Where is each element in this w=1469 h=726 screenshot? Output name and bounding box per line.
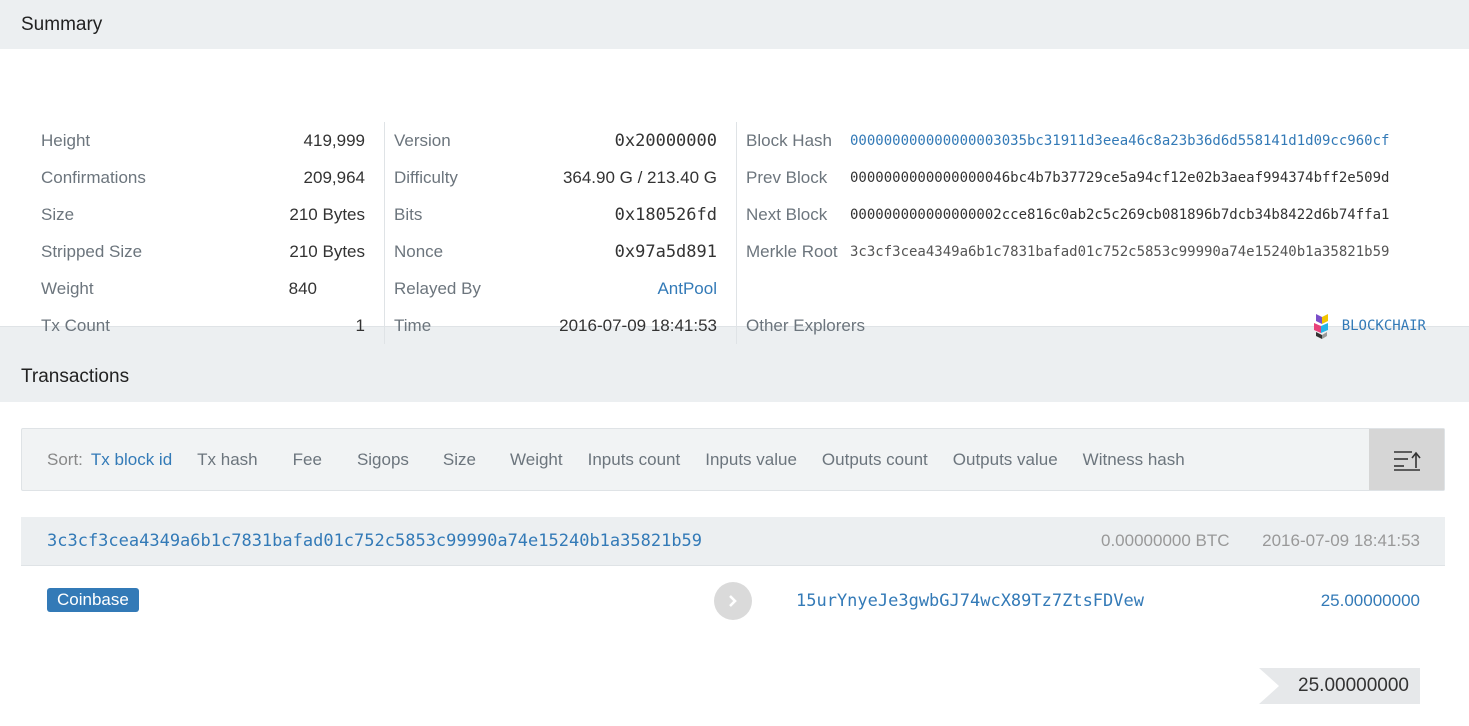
height-row: Height 419,999 <box>41 122 365 159</box>
time-value: 2016-07-09 18:41:53 <box>559 315 717 335</box>
next-block-link[interactable]: 000000000000000002cce816c0ab2c5c269cb081… <box>850 207 1389 223</box>
time-row: Time 2016-07-09 18:41:53 <box>394 307 717 344</box>
sort-option-inputs-value[interactable]: Inputs value <box>705 450 797 470</box>
summary-panel: Height 419,999 Confirmations 209,964 Siz… <box>0 49 1469 344</box>
sort-direction-button[interactable] <box>1369 429 1444 490</box>
merkle-root-label: Merkle Root <box>746 241 838 261</box>
blockchair-logo-icon <box>1313 313 1328 339</box>
transaction-header-row: 3c3cf3cea4349a6b1c7831bafad01c752c5853c9… <box>21 517 1445 565</box>
transaction-total-badge: 25.00000000 <box>1259 668 1420 704</box>
weight-label: Weight <box>41 278 94 298</box>
coinbase-badge: Coinbase <box>47 588 139 612</box>
confirmations-value: 209,964 <box>303 167 365 187</box>
difficulty-row: Difficulty 364.90 G / 213.40 G <box>394 159 717 196</box>
block-hash-row: Block Hash 000000000000000003035bc31911d… <box>746 122 1426 159</box>
sort-bar: Sort: Tx block id Tx hash Fee Sigops Siz… <box>21 428 1445 491</box>
nonce-label: Nonce <box>394 241 444 261</box>
other-explorers-row: Other Explorers BLOCKCHAIR <box>746 307 1426 344</box>
sort-option-tx-hash[interactable]: Tx hash <box>197 450 257 470</box>
transaction-hash-link[interactable]: 3c3cf3cea4349a6b1c7831bafad01c752c5853c9… <box>47 531 702 551</box>
sort-option-tx-block-id[interactable]: Tx block id <box>91 450 172 470</box>
stripped-size-label: Stripped Size <box>41 241 143 261</box>
sort-option-inputs-count[interactable]: Inputs count <box>588 450 681 470</box>
summary-column-3: Block Hash 000000000000000003035bc31911d… <box>746 122 1426 344</box>
sort-option-size[interactable]: Size <box>443 450 476 470</box>
version-value: 0x20000000 <box>614 130 717 151</box>
size-label: Size <box>41 204 75 224</box>
bits-row: Bits 0x180526fd <box>394 196 717 233</box>
summary-column-2: Version 0x20000000 Difficulty 364.90 G /… <box>394 122 717 344</box>
weight-row: Weight 840 <box>41 270 365 307</box>
summary-title: Summary <box>21 13 103 35</box>
sort-option-outputs-value[interactable]: Outputs value <box>953 450 1058 470</box>
output-address-link[interactable]: 15urYnyeJe3gwbGJ74wcX89Tz7ZtsFDVew <box>796 591 1144 611</box>
transaction-time: 2016-07-09 18:41:53 <box>1262 531 1420 550</box>
relayed-by-label: Relayed By <box>394 278 481 298</box>
sort-option-witness-hash[interactable]: Witness hash <box>1083 450 1185 470</box>
size-row: Size 210 Bytes <box>41 196 365 233</box>
next-block-row: Next Block 000000000000000002cce816c0ab2… <box>746 196 1426 233</box>
bits-label: Bits <box>394 204 423 224</box>
height-label: Height <box>41 130 91 150</box>
size-value: 210 Bytes <box>289 204 365 224</box>
prev-block-row: Prev Block 0000000000000000046bc4b7b3772… <box>746 159 1426 196</box>
time-label: Time <box>394 315 432 335</box>
stripped-size-row: Stripped Size 210 Bytes <box>41 233 365 270</box>
tx-count-label: Tx Count <box>41 315 110 335</box>
transactions-header: Transactions <box>0 351 1469 402</box>
block-hash-value[interactable]: 000000000000000003035bc31911d3eea46c8a23… <box>850 133 1389 149</box>
difficulty-value: 364.90 G / 213.40 G <box>562 167 717 187</box>
divider <box>21 565 1445 566</box>
sort-option-outputs-count[interactable]: Outputs count <box>822 450 928 470</box>
transaction-fee: 0.00000000 BTC <box>1101 531 1230 550</box>
sort-ascending-icon <box>1393 450 1421 471</box>
transactions-title: Transactions <box>21 365 130 387</box>
bits-value: 0x180526fd <box>614 204 717 225</box>
tx-count-row: Tx Count 1 <box>41 307 365 344</box>
tx-count-value: 1 <box>355 315 365 335</box>
nonce-value: 0x97a5d891 <box>614 241 717 262</box>
summary-header: Summary <box>0 0 1469 49</box>
prev-block-link[interactable]: 0000000000000000046bc4b7b37729ce5a94cf12… <box>850 170 1389 186</box>
relayed-by-row: Relayed By AntPool <box>394 270 717 307</box>
summary-column-1: Height 419,999 Confirmations 209,964 Siz… <box>41 122 365 344</box>
confirmations-row: Confirmations 209,964 <box>41 159 365 196</box>
blockchair-label: BLOCKCHAIR <box>1341 317 1426 334</box>
sort-option-sigops[interactable]: Sigops <box>357 450 409 470</box>
version-row: Version 0x20000000 <box>394 122 717 159</box>
nonce-row: Nonce 0x97a5d891 <box>394 233 717 270</box>
chevron-right-icon <box>729 595 737 607</box>
column-divider <box>384 122 385 344</box>
merkle-root-row: Merkle Root 3c3cf3cea4349a6b1c7831bafad0… <box>746 233 1426 270</box>
height-value: 419,999 <box>303 130 365 150</box>
weight-value: 840 <box>288 278 317 298</box>
version-label: Version <box>394 130 451 150</box>
block-hash-label: Block Hash <box>746 130 832 150</box>
blockchair-link[interactable]: BLOCKCHAIR <box>1310 312 1426 340</box>
prev-block-label: Prev Block <box>746 167 828 187</box>
transaction-arrow-button[interactable] <box>714 582 752 620</box>
transaction-total-value: 25.00000000 <box>1298 675 1409 696</box>
sort-option-weight[interactable]: Weight <box>510 450 563 470</box>
stripped-size-value: 210 Bytes <box>289 241 365 261</box>
difficulty-label: Difficulty <box>394 167 458 187</box>
merkle-root-value: 3c3cf3cea4349a6b1c7831bafad01c752c5853c9… <box>850 243 1390 260</box>
confirmations-label: Confirmations <box>41 167 146 187</box>
output-value: 25.00000000 <box>1320 591 1420 610</box>
empty-row <box>746 270 1426 307</box>
sort-label: Sort: <box>47 449 83 469</box>
sort-option-fee[interactable]: Fee <box>293 450 322 470</box>
relayed-by-link[interactable]: AntPool <box>657 279 717 299</box>
column-divider <box>736 122 737 344</box>
other-explorers-label: Other Explorers <box>746 315 866 335</box>
next-block-label: Next Block <box>746 204 828 224</box>
